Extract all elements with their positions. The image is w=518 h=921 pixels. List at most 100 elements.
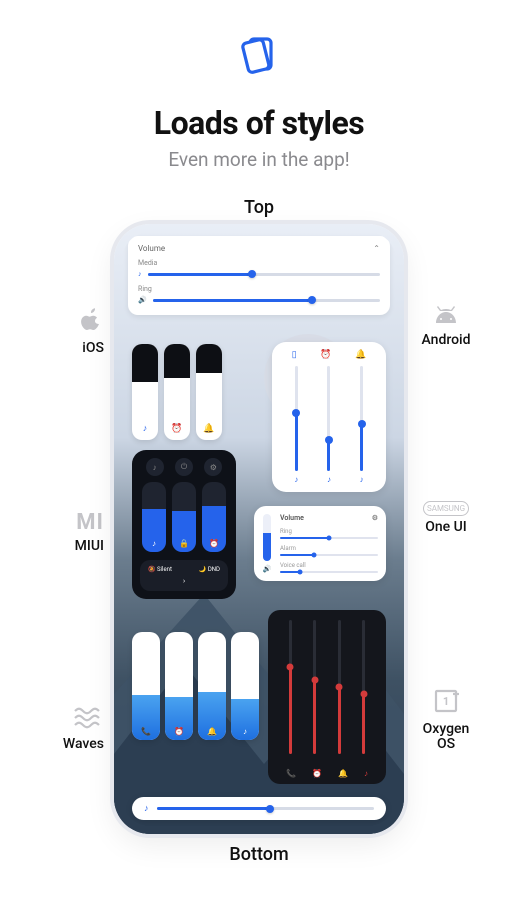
ios-bar[interactable]: ⏰: [164, 344, 190, 440]
volume-icon: 🔊: [263, 565, 272, 573]
music-icon: ♪: [243, 727, 247, 736]
ios-bar[interactable]: ♪: [132, 344, 158, 440]
ios-bar[interactable]: 🔔: [196, 344, 222, 440]
side-item-miui: MI MIUI: [40, 510, 104, 554]
side-col-left: iOS MI MIUI Waves: [40, 229, 104, 829]
dnd-toggle-label[interactable]: 🌙 DND: [199, 566, 220, 573]
style-android[interactable]: ▯ ⏰ 🔔 ♪ ♪ ♪: [272, 342, 386, 492]
music-icon: ♪: [144, 803, 149, 814]
collapse-icon[interactable]: ⌃: [373, 244, 380, 253]
android-slider[interactable]: ♪: [360, 366, 364, 484]
phone-row: iOS MI MIUI Waves: [40, 224, 478, 834]
bell-icon: 🔔: [203, 424, 214, 434]
side-label: Android: [421, 333, 470, 348]
top-panel-row-ring: Ring 🔊: [138, 285, 380, 305]
oneui-row-ring[interactable]: Ring: [280, 528, 378, 539]
music-icon: ♪: [152, 539, 156, 548]
alarm-icon: ⏰: [312, 769, 322, 778]
style-oneui[interactable]: 🔊 Volume ⚙ Ring Alarm Voice call: [254, 506, 386, 581]
android-icon: [431, 305, 461, 329]
ring-slider[interactable]: 🔊: [138, 295, 380, 305]
side-label: One UI: [425, 520, 467, 535]
android-slider[interactable]: ♪: [294, 366, 298, 484]
oneui-row-voice[interactable]: Voice call: [280, 562, 378, 573]
music-icon: ♪: [360, 475, 364, 484]
side-col-right: Android SAMSUNG One UI 1 Oxygen OS: [414, 229, 478, 829]
side-item-android: Android: [414, 305, 478, 348]
lock-icon: 🔒: [179, 539, 189, 548]
side-item-waves: Waves: [40, 707, 104, 752]
volume-icon: 🔊: [138, 296, 147, 304]
expand-icon[interactable]: ›: [148, 577, 220, 585]
label-top: Top: [244, 197, 274, 218]
style-oxygen[interactable]: 📞 ⏰ 🔔 ♪: [268, 610, 386, 784]
oxygen-slider[interactable]: [313, 620, 316, 754]
device-icon: ▯: [292, 350, 297, 360]
bell-icon: 🔔: [355, 350, 366, 360]
music-icon: ♪: [327, 475, 331, 484]
side-label: iOS: [82, 341, 104, 356]
apple-icon: [80, 305, 104, 337]
phone-icon: 📞: [141, 727, 151, 736]
waves-icon: [74, 707, 104, 733]
oxygen-slider[interactable]: [362, 620, 365, 754]
side-label: Oxygen OS: [423, 722, 470, 753]
side-item-oneui: SAMSUNG One UI: [414, 501, 478, 535]
samsung-icon: SAMSUNG: [423, 501, 469, 516]
alarm-icon: ⏰: [209, 539, 219, 548]
oneui-row-alarm[interactable]: Alarm: [280, 545, 378, 556]
wave-slider[interactable]: 🔔: [198, 632, 226, 740]
phone-frame: Volume ⌃ Media ♪ Ring 🔊: [114, 224, 404, 834]
label-bottom: Bottom: [229, 844, 288, 865]
power-icon[interactable]: ⏻: [175, 458, 193, 476]
alarm-icon: ⏰: [171, 424, 182, 434]
wave-slider[interactable]: 📞: [132, 632, 160, 740]
music-icon: ♪: [143, 423, 148, 434]
style-bottom-panel[interactable]: ♪: [132, 797, 386, 820]
side-label: MIUI: [75, 539, 104, 554]
svg-text:1: 1: [443, 695, 449, 708]
side-item-ios: iOS: [40, 305, 104, 356]
mi-icon: MI: [76, 510, 104, 535]
oneui-title: Volume: [280, 514, 304, 522]
side-item-oxygen: 1 Oxygen OS: [414, 688, 478, 753]
miui-slider[interactable]: 🔒: [172, 482, 196, 552]
phone-icon: 📞: [286, 769, 296, 778]
alarm-icon: ⏰: [174, 727, 184, 736]
music-icon: ♪: [138, 270, 142, 278]
oxygen-slider[interactable]: [289, 620, 292, 754]
style-ios[interactable]: ♪ ⏰ 🔔: [132, 344, 222, 440]
row-label: Ring: [138, 285, 380, 293]
settings-icon[interactable]: ⚙: [204, 458, 222, 476]
page-title: Loads of styles: [154, 104, 364, 142]
hero-icon: [233, 28, 285, 84]
row-label: Ring: [280, 528, 378, 535]
style-waves[interactable]: 📞 ⏰ 🔔 ♪: [132, 632, 259, 740]
wave-slider[interactable]: ⏰: [165, 632, 193, 740]
android-slider[interactable]: ♪: [327, 366, 331, 484]
top-panel-row-media: Media ♪: [138, 259, 380, 279]
oneui-main-slider[interactable]: [263, 514, 271, 561]
side-label: Waves: [63, 737, 104, 752]
miui-slider[interactable]: ♪: [142, 482, 166, 552]
oxygen-slider[interactable]: [338, 620, 341, 754]
music-icon[interactable]: ♪: [146, 458, 164, 476]
style-top-panel[interactable]: Volume ⌃ Media ♪ Ring 🔊: [128, 236, 390, 315]
wave-slider[interactable]: ♪: [231, 632, 259, 740]
oneplus-icon: 1: [433, 688, 459, 718]
bell-icon: 🔔: [207, 727, 217, 736]
music-icon: ♪: [364, 769, 368, 778]
silent-toggle-label[interactable]: 🔕 Silent: [148, 566, 172, 573]
style-miui[interactable]: ♪ ⏻ ⚙ ♪ 🔒 ⏰ 🔕 Silent 🌙 DND: [132, 450, 236, 599]
top-panel-title: Volume: [138, 244, 165, 253]
bell-icon: 🔔: [338, 769, 348, 778]
media-slider[interactable]: ♪: [138, 269, 380, 279]
settings-icon[interactable]: ⚙: [372, 514, 378, 522]
alarm-icon: ⏰: [320, 350, 331, 360]
row-label: Voice call: [280, 562, 378, 569]
miui-slider[interactable]: ⏰: [202, 482, 226, 552]
page-subtitle: Even more in the app!: [168, 148, 349, 171]
row-label: Media: [138, 259, 380, 267]
music-icon: ♪: [294, 475, 298, 484]
row-label: Alarm: [280, 545, 378, 552]
